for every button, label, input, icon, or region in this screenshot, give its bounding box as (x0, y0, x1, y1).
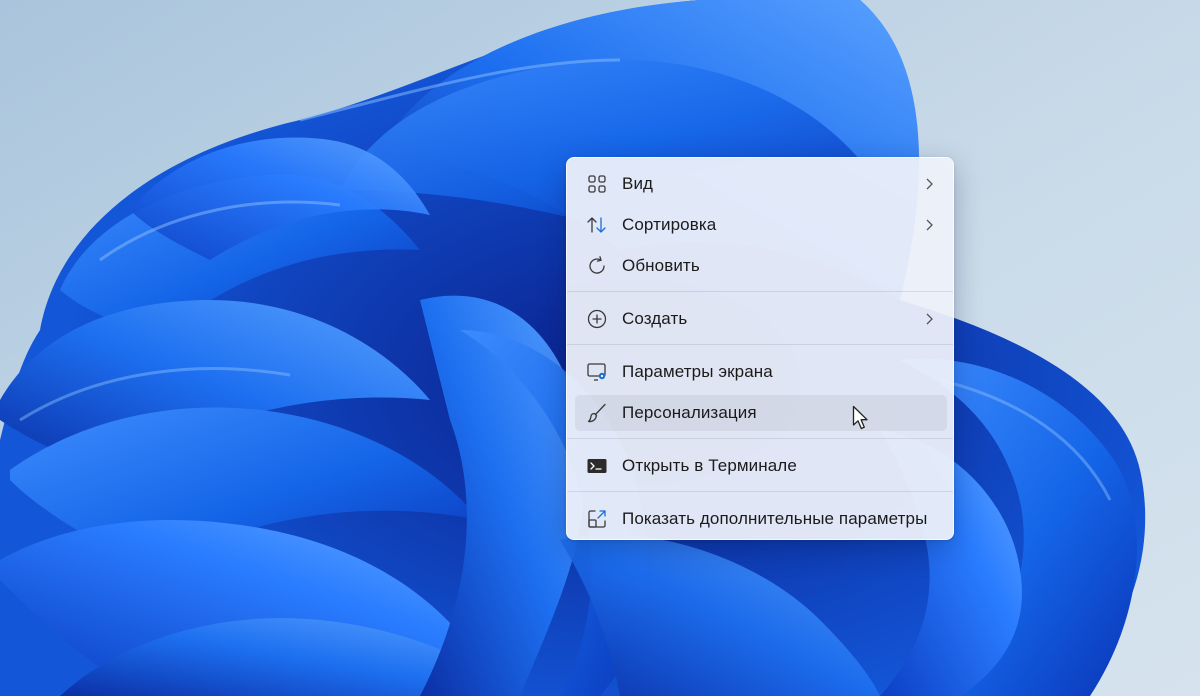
terminal-icon (586, 456, 608, 476)
desktop-context-menu: Вид Сортировка Обновить Создать Параметр… (566, 157, 954, 540)
menu-separator (567, 344, 953, 345)
menu-item-label: Вид (622, 174, 654, 193)
refresh-icon (586, 256, 608, 276)
chevron-right-icon (923, 177, 935, 191)
menu-item-show-more-options[interactable]: Показать дополнительные параметры (575, 501, 947, 537)
menu-item-label: Открыть в Терминале (622, 456, 797, 475)
mouse-pointer-icon (852, 405, 868, 430)
menu-separator (567, 491, 953, 492)
grid-icon (586, 174, 608, 194)
add-circle-icon (586, 309, 608, 329)
menu-item-open-terminal[interactable]: Открыть в Терминале (575, 448, 947, 484)
display-settings-icon (586, 362, 608, 382)
brush-icon (586, 403, 608, 423)
menu-item-refresh[interactable]: Обновить (575, 248, 947, 284)
menu-item-view[interactable]: Вид (575, 166, 947, 202)
menu-item-personalize[interactable]: Персонализация (575, 395, 947, 431)
menu-item-sort[interactable]: Сортировка (575, 207, 947, 243)
sort-arrows-icon (586, 215, 608, 235)
chevron-right-icon (923, 218, 935, 232)
menu-item-label: Создать (622, 309, 688, 328)
menu-item-label: Параметры экрана (622, 362, 773, 381)
menu-item-label: Сортировка (622, 215, 717, 234)
menu-item-new[interactable]: Создать (575, 301, 947, 337)
menu-separator (567, 438, 953, 439)
expand-icon (586, 509, 608, 529)
menu-item-label: Обновить (622, 256, 700, 275)
menu-separator (567, 291, 953, 292)
menu-item-label: Персонализация (622, 403, 757, 422)
chevron-right-icon (923, 312, 935, 326)
menu-item-display-settings[interactable]: Параметры экрана (575, 354, 947, 390)
menu-item-label: Показать дополнительные параметры (622, 509, 928, 528)
